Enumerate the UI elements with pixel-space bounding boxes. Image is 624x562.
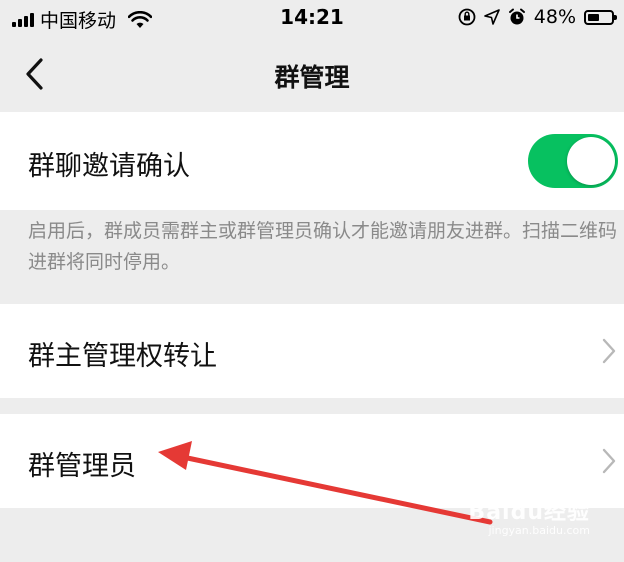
transfer-owner-cell[interactable]: 群主管理权转让 bbox=[0, 304, 624, 398]
page-title: 群管理 bbox=[274, 63, 350, 92]
group-admins-label: 群管理员 bbox=[28, 451, 136, 482]
watermark: Baidu经验 jingyan.baidu.com bbox=[468, 494, 590, 537]
invite-confirm-description: 启用后，群成员需群主或群管理员确认才能邀请朋友进群。扫描二维码进群将同时停用。 bbox=[28, 220, 618, 273]
nav-bar: 群管理 bbox=[0, 38, 624, 112]
battery-level bbox=[588, 13, 599, 21]
transfer-owner-label: 群主管理权转让 bbox=[28, 341, 217, 372]
chevron-right-icon bbox=[602, 338, 616, 364]
status-bar: 中国移动 14:21 48% bbox=[0, 0, 624, 38]
battery-percent: 48% bbox=[533, 6, 576, 28]
invite-confirm-toggle[interactable] bbox=[528, 134, 618, 188]
watermark-logo: Baidu经验 bbox=[468, 500, 590, 525]
invite-confirm-label: 群聊邀请确认 bbox=[28, 151, 190, 182]
status-right: 48% bbox=[458, 6, 617, 28]
toggle-knob bbox=[567, 137, 615, 185]
battery-icon bbox=[584, 9, 617, 25]
alarm-icon bbox=[508, 8, 525, 25]
location-icon bbox=[483, 9, 500, 25]
orientation-lock-icon bbox=[458, 8, 476, 26]
chevron-right-icon bbox=[602, 448, 616, 474]
invite-confirm-cell: 群聊邀请确认 bbox=[0, 112, 624, 210]
